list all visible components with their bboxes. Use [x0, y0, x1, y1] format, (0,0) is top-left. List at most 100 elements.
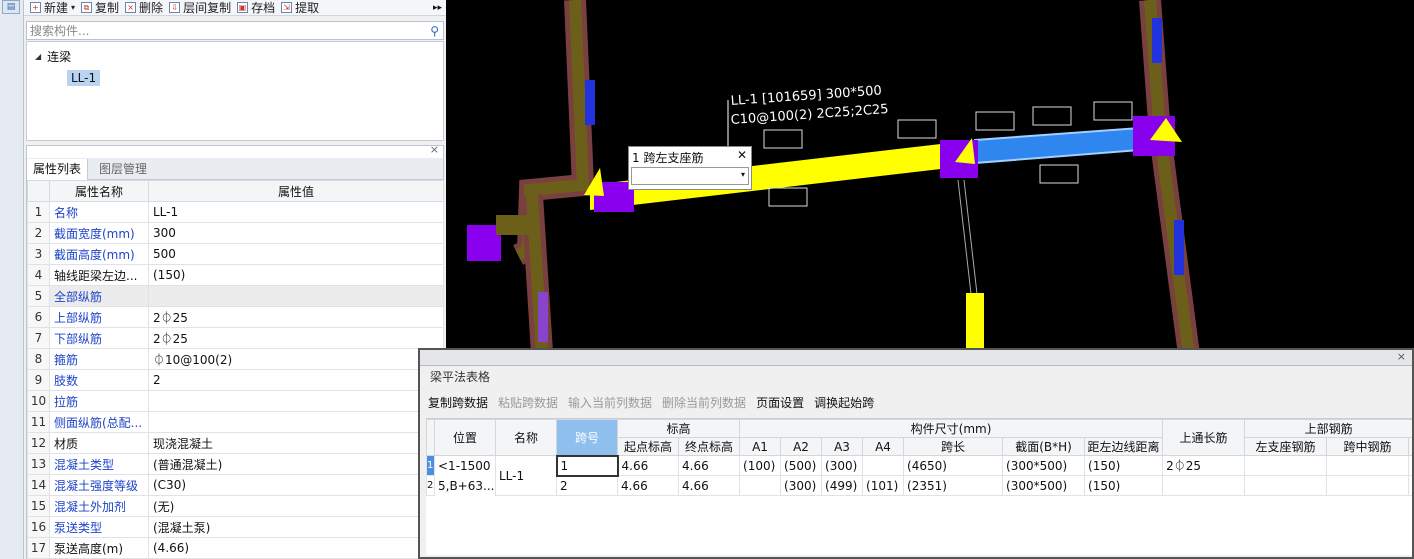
cell-a1[interactable]: [739, 475, 782, 496]
property-row[interactable]: 1 名称 LL-1: [27, 201, 444, 223]
cell-a1[interactable]: (100): [739, 455, 782, 476]
property-value[interactable]: (普通混凝土): [148, 453, 444, 475]
cell-span-len[interactable]: (2351): [903, 475, 1004, 496]
property-name: 下部纵筋: [49, 327, 149, 349]
cell-elev-start[interactable]: 4.66: [617, 475, 679, 496]
copy-button[interactable]: ⧉ 复制: [81, 0, 119, 16]
popup-dropdown[interactable]: ▾: [631, 167, 749, 185]
cell-a2[interactable]: (300): [780, 475, 823, 496]
cell-span-len[interactable]: (4650): [903, 455, 1004, 476]
property-row[interactable]: 14 混凝土强度等级 (C30): [27, 474, 444, 496]
property-value[interactable]: [148, 285, 444, 307]
panel-close-icon[interactable]: ×: [430, 143, 439, 156]
property-row[interactable]: 12 材质 现浇混凝土: [27, 432, 444, 454]
delete-column-data-button[interactable]: 删除当前列数据: [662, 394, 746, 411]
document-icon[interactable]: ▤: [2, 0, 20, 14]
property-row[interactable]: 10 拉筋: [27, 390, 444, 412]
property-value[interactable]: (150): [148, 264, 444, 286]
cell-dist[interactable]: (150): [1084, 455, 1164, 476]
property-value[interactable]: ⏀10@100(2): [148, 348, 444, 370]
property-row[interactable]: 4 轴线距梁左边... (150): [27, 264, 444, 286]
property-value[interactable]: 2⏀25: [148, 327, 444, 349]
table-row[interactable]: 2 5,B+63... 2 4.66 4.66 (300) (499) (101) (2351)…: [426, 475, 1412, 496]
property-row[interactable]: 16 泵送类型 (混凝土泵): [27, 516, 444, 538]
cell-top-through[interactable]: 2⏀25: [1162, 455, 1246, 476]
property-value[interactable]: (混凝土泵): [148, 516, 444, 538]
row-number: 1: [426, 455, 435, 476]
expand-arrow-icon[interactable]: ◢: [35, 52, 41, 61]
property-row[interactable]: 11 侧面纵筋(总配...: [27, 411, 444, 433]
property-value[interactable]: 2: [148, 369, 444, 391]
tab-property-list[interactable]: 属性列表: [27, 159, 89, 180]
cell-position[interactable]: <1-1500: [434, 455, 496, 476]
copy-span-data-button[interactable]: 复制跨数据: [428, 394, 488, 411]
property-value[interactable]: (C30): [148, 474, 444, 496]
cell-a3[interactable]: (300): [821, 455, 864, 476]
cell-span[interactable]: 1: [555, 454, 619, 477]
cell-section[interactable]: (300*500): [1002, 475, 1086, 496]
property-value[interactable]: 300: [148, 222, 444, 244]
chevron-down-icon: ▾: [740, 170, 745, 179]
cell-name[interactable]: LL-1: [495, 455, 557, 496]
property-value[interactable]: (无): [148, 495, 444, 517]
popup-close-icon[interactable]: ✕: [737, 148, 747, 162]
cell-mid-span[interactable]: [1326, 475, 1410, 496]
delete-button[interactable]: × 删除: [125, 0, 163, 16]
cell-dist[interactable]: (150): [1084, 475, 1164, 496]
save-button[interactable]: ▣ 存档: [237, 0, 275, 16]
property-value[interactable]: 2⏀25: [148, 306, 444, 328]
property-row[interactable]: 15 混凝土外加剂 (无): [27, 495, 444, 517]
swap-start-span-button[interactable]: 调换起始跨: [814, 394, 874, 411]
cell-mid-span[interactable]: [1326, 455, 1410, 476]
property-value[interactable]: 现浇混凝土: [148, 432, 444, 454]
window-close-icon[interactable]: ×: [1397, 350, 1406, 363]
property-value[interactable]: [148, 390, 444, 412]
more-arrow-icon[interactable]: ▸▸: [433, 3, 442, 13]
tab-layer-manage[interactable]: 图层管理: [93, 159, 153, 180]
cell-elev-end[interactable]: 4.66: [677, 455, 741, 476]
cell-top-through[interactable]: [1162, 475, 1246, 496]
property-value[interactable]: (4.66): [148, 537, 444, 559]
cell-a3[interactable]: (499): [821, 475, 864, 496]
tree-node-ll1[interactable]: LL-1: [67, 70, 101, 86]
property-value[interactable]: [148, 411, 444, 433]
property-row[interactable]: 9 肢数 2: [27, 369, 444, 391]
cell-elev-start[interactable]: 4.66: [617, 455, 679, 476]
cell-section[interactable]: (300*500): [1002, 455, 1086, 476]
cell-a4[interactable]: [862, 455, 905, 476]
floor-copy-button[interactable]: ⇩ 层间复制: [169, 0, 231, 16]
cell-elev-end[interactable]: 4.66: [677, 475, 741, 496]
paste-span-data-button[interactable]: 粘贴跨数据: [498, 394, 558, 411]
beam-table-grid: 位置 名称 跨号 标高 构件尺寸(mm) 上通长筋 上部钢筋 起点标高 终点标高…: [426, 418, 1412, 555]
property-row[interactable]: 13 混凝土类型 (普通混凝土): [27, 453, 444, 475]
cell-span[interactable]: 2: [556, 475, 618, 496]
extract-button[interactable]: ⇲ 提取: [281, 0, 319, 16]
property-row[interactable]: 2 截面宽度(mm) 300: [27, 222, 444, 244]
property-row[interactable]: 17 泵送高度(m) (4.66): [27, 537, 444, 559]
search-icon[interactable]: ⚲: [430, 24, 439, 38]
property-row[interactable]: 6 上部纵筋 2⏀25: [27, 306, 444, 328]
component-panel: +新建▾ ⧉复制 ×删除 ⇩层间复制 ▣存档 ⇲提取 ▸▸ ⚲ ◢ 连梁 LL-…: [24, 0, 446, 559]
search-input[interactable]: [27, 22, 431, 39]
cell-left-support[interactable]: [1244, 455, 1328, 476]
col-span-no[interactable]: 跨号: [556, 419, 618, 456]
page-setup-button[interactable]: 页面设置: [756, 394, 804, 411]
new-button[interactable]: + 新建 ▾: [30, 0, 75, 16]
property-row[interactable]: 7 下部纵筋 2⏀25: [27, 327, 444, 349]
property-value[interactable]: 500: [148, 243, 444, 265]
property-name: 混凝土类型: [49, 453, 149, 475]
popup-title: 1 跨左支座筋: [632, 151, 704, 165]
chevron-down-icon: ▾: [71, 3, 76, 12]
property-row[interactable]: 3 截面高度(mm) 500: [27, 243, 444, 265]
input-column-data-button[interactable]: 输入当前列数据: [568, 394, 652, 411]
property-row[interactable]: 5 全部纵筋: [27, 285, 444, 307]
table-row[interactable]: 1 <1-1500 LL-1 1 4.66 4.66 (100) (500) (300) (465…: [426, 454, 1412, 496]
cell-a2[interactable]: (500): [780, 455, 823, 476]
cell-left-support[interactable]: [1244, 475, 1328, 496]
tree-node-lianliang[interactable]: 连梁: [47, 48, 71, 65]
row-number: 10: [27, 390, 50, 412]
cell-a4[interactable]: (101): [862, 475, 905, 496]
property-value[interactable]: LL-1: [148, 201, 444, 223]
cell-position[interactable]: 5,B+63...: [434, 475, 496, 496]
property-row[interactable]: 8 箍筋 ⏀10@100(2): [27, 348, 444, 370]
